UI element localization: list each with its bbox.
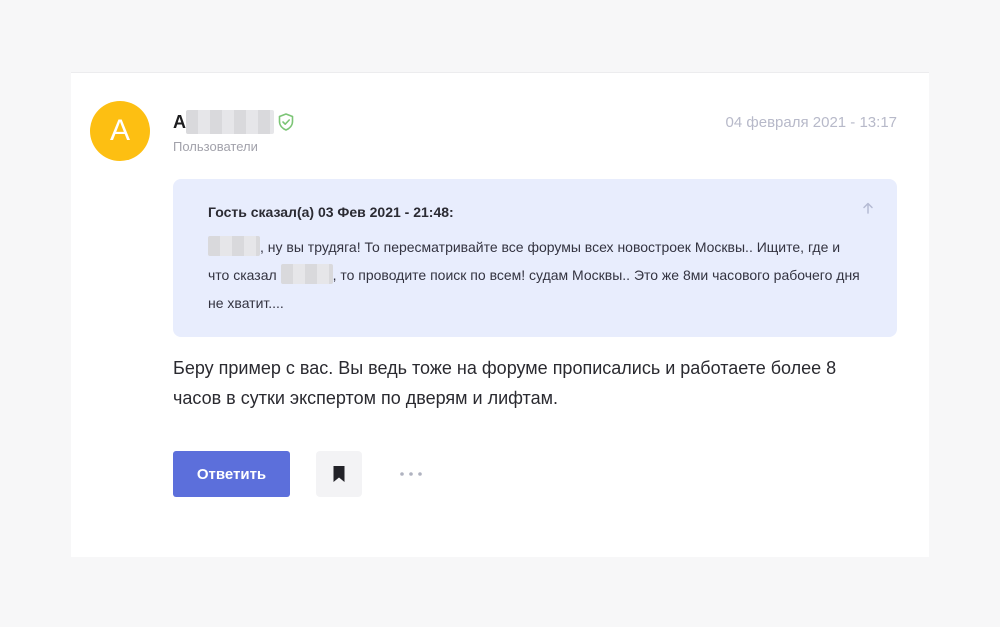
author-name-redacted — [186, 110, 274, 134]
more-dots-icon — [400, 472, 422, 476]
avatar[interactable]: A — [90, 101, 150, 161]
quote-text: , ну вы трудяга! То пересматривайте все … — [208, 233, 861, 317]
redacted-name — [208, 236, 260, 256]
post-body: Беру пример с вас. Вы ведь тоже на форум… — [173, 358, 837, 408]
quote-block: Гость сказал(а) 03 Фев 2021 - 21:48: , н… — [173, 179, 897, 337]
avatar-letter: A — [109, 114, 130, 147]
more-options-button[interactable] — [393, 461, 429, 487]
quote-header: Гость сказал(а) 03 Фев 2021 - 21:48: — [208, 204, 454, 220]
verified-shield-icon — [278, 113, 294, 131]
bookmark-icon — [333, 466, 345, 482]
bookmark-button[interactable] — [316, 451, 362, 497]
post-card: A A Пользователи 04 февраля 2021 - 13:17… — [71, 72, 929, 557]
author-name[interactable]: A — [173, 112, 186, 133]
reply-button[interactable]: Ответить — [173, 451, 290, 497]
author-role: Пользователи — [173, 139, 258, 154]
arrow-up-icon[interactable] — [861, 201, 875, 215]
post-timestamp[interactable]: 04 февраля 2021 - 13:17 — [726, 114, 897, 131]
redacted-name — [280, 264, 333, 284]
author-row: A — [173, 110, 296, 134]
